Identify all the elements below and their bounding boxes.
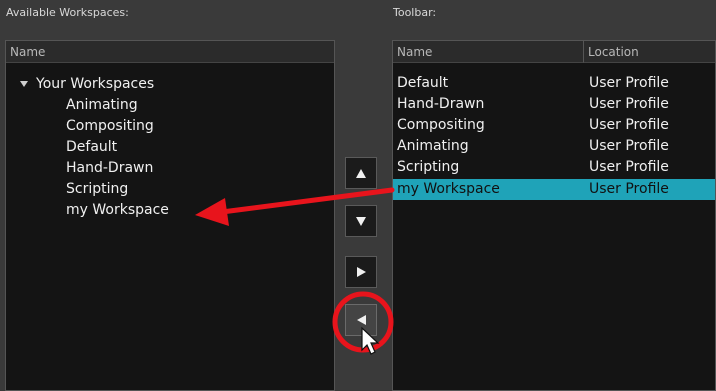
row-name: my Workspace (397, 181, 500, 197)
tree-item-default[interactable]: Default (66, 137, 117, 158)
tree-root-label: Your Workspaces (36, 76, 155, 92)
toolbar-panel: Name Location Default User Profile Hand-… (392, 40, 716, 391)
table-row[interactable]: Compositing User Profile (393, 115, 715, 136)
tree-item-scripting[interactable]: Scripting (66, 179, 128, 200)
row-name: Animating (397, 138, 469, 154)
add-to-toolbar-button[interactable] (345, 256, 377, 288)
tree-item-hand-drawn[interactable]: Hand-Drawn (66, 158, 153, 179)
table-row-selected[interactable]: my Workspace User Profile (393, 179, 715, 200)
row-location: User Profile (589, 75, 669, 91)
tree-root-your-workspaces[interactable]: Your Workspaces (20, 74, 154, 95)
right-arrow-icon (356, 267, 366, 277)
available-name-header[interactable]: Name (6, 41, 334, 63)
remove-from-toolbar-button[interactable] (345, 304, 377, 336)
expand-arrow-icon[interactable] (20, 81, 28, 87)
table-row[interactable]: Scripting User Profile (393, 157, 715, 178)
row-name: Scripting (397, 159, 460, 175)
row-name: Hand-Drawn (397, 96, 485, 112)
row-location: User Profile (589, 138, 669, 154)
row-name: Compositing (397, 117, 485, 133)
table-row[interactable]: Animating User Profile (393, 136, 715, 157)
table-row[interactable]: Default User Profile (393, 73, 715, 94)
row-location: User Profile (589, 117, 669, 133)
table-row[interactable]: Hand-Drawn User Profile (393, 94, 715, 115)
move-up-button[interactable] (345, 157, 377, 189)
row-location: User Profile (589, 159, 669, 175)
toolbar-location-header[interactable]: Location (583, 41, 715, 63)
tree-item-animating[interactable]: Animating (66, 95, 138, 116)
toolbar-label: Toolbar: (393, 6, 437, 19)
row-location: User Profile (589, 181, 669, 197)
row-location: User Profile (589, 96, 669, 112)
tree-item-compositing[interactable]: Compositing (66, 116, 154, 137)
toolbar-name-header[interactable]: Name (393, 41, 583, 63)
tree-item-my-workspace[interactable]: my Workspace (66, 200, 169, 221)
left-arrow-icon (356, 315, 366, 325)
up-arrow-icon (356, 168, 366, 178)
available-workspaces-label: Available Workspaces: (6, 6, 129, 19)
row-name: Default (397, 75, 449, 91)
available-workspaces-panel: Name Your Workspaces Animating Compositi… (5, 40, 335, 391)
down-arrow-icon (356, 216, 366, 226)
move-down-button[interactable] (345, 205, 377, 237)
